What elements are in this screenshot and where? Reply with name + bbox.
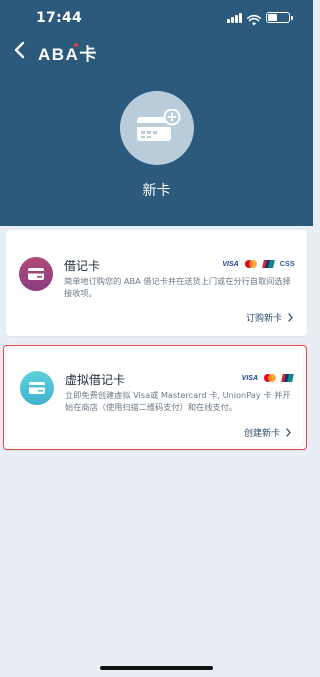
new-card-icon: [120, 91, 194, 165]
chevron-right-icon: [286, 428, 291, 437]
status-time: 17:44: [36, 10, 83, 26]
action-label: 创建新卡: [243, 429, 280, 439]
card-brand-logos: VISA CSS: [222, 260, 295, 268]
hero-label: 新卡: [142, 183, 171, 199]
card-title: 借记卡: [64, 259, 101, 273]
unionpay-logo: [261, 260, 275, 268]
action-label: 订购新卡: [245, 314, 282, 324]
visa-logo: VISA: [222, 260, 239, 268]
nav-bar: ABA卡: [0, 36, 313, 66]
card-description: 立即免费创建虚拟 Visa或 Mastercard 卡, UnionPay 卡 …: [65, 390, 291, 412]
visa-logo: VISA: [241, 374, 258, 382]
virtual-card-icon: [20, 371, 54, 405]
chevron-right-icon: [288, 313, 293, 322]
wifi-icon: [247, 11, 261, 26]
virtual-card-option[interactable]: 虚拟借记卡 VISA 立即免费创建虚拟 Visa或 Mastercard 卡, …: [3, 345, 307, 450]
header: 17:44 ABA卡 新卡: [0, 0, 313, 226]
signal-icon: [227, 13, 243, 23]
battery-icon: [266, 12, 293, 23]
mastercard-logo: [264, 374, 276, 382]
home-indicator[interactable]: [100, 666, 213, 670]
unionpay-logo: [281, 374, 294, 382]
card-description: 简单地订购您的 ABA 借记卡并在送货上门或在分行自取间选择接收项。: [64, 276, 291, 298]
create-new-card-link[interactable]: 创建新卡: [244, 426, 291, 439]
card-title: 虚拟借记卡: [65, 373, 126, 387]
card-brand-logos: VISA: [241, 374, 294, 382]
brand-dot: [74, 43, 78, 47]
page-title: ABA卡: [38, 45, 98, 64]
back-button[interactable]: [12, 40, 30, 60]
status-bar: 17:44: [0, 0, 313, 36]
chevron-left-icon: [14, 41, 25, 59]
debit-card-icon: [19, 257, 53, 291]
order-new-card-link[interactable]: 订购新卡: [246, 311, 293, 324]
mastercard-logo: [244, 260, 257, 268]
debit-card-option[interactable]: 借记卡 VISA CSS 简单地订购您的 ABA 借记卡并在送货上门或在分行自取…: [6, 230, 307, 336]
css-logo: CSS: [279, 260, 295, 268]
